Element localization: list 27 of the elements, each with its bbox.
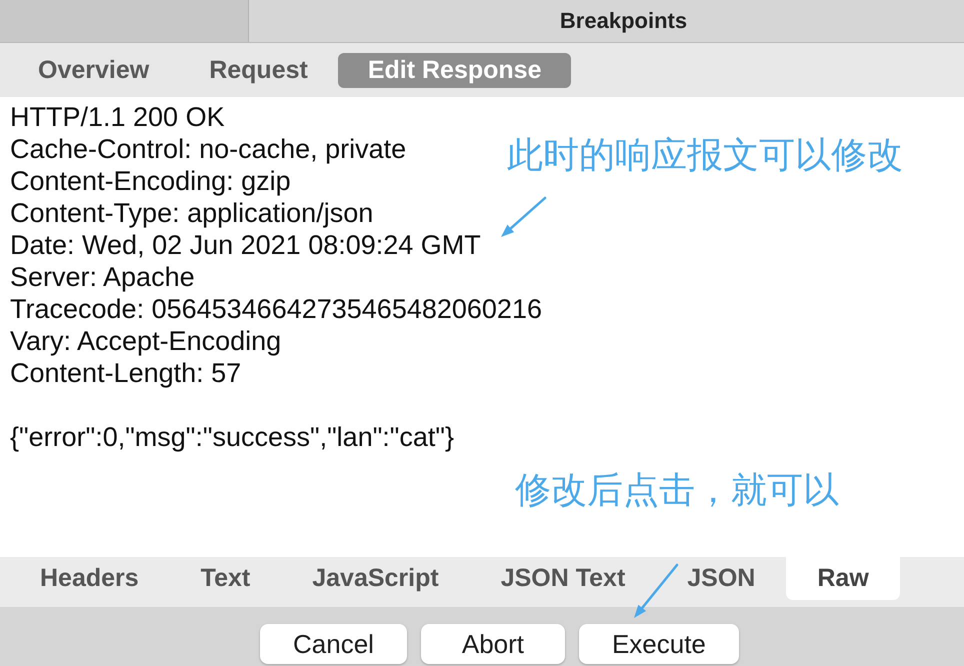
response-header-line: Cache-Control: no-cache, private [10, 133, 406, 165]
response-header-line: Tracecode: 05645346642735465482060216 [10, 293, 542, 325]
view-tab[interactable]: JSON Text [470, 557, 656, 600]
response-header-line: Vary: Accept-Encoding [10, 325, 282, 357]
window-title: Breakpoints [560, 8, 688, 34]
view-tab[interactable]: Raw [786, 557, 900, 600]
tab[interactable]: Overview [8, 52, 180, 88]
dialog-button[interactable]: Abort [420, 624, 565, 664]
response-header-line: Content-Encoding: gzip [10, 165, 291, 197]
response-header-line: Date: Wed, 02 Jun 2021 08:09:24 GMT [10, 229, 481, 261]
dialog-button[interactable]: Execute [578, 624, 739, 664]
response-header-line: Content-Length: 57 [10, 357, 242, 389]
response-body: {"error":0,"msg":"success","lan":"cat"} [10, 421, 454, 453]
response-header-line: Server: Apache [10, 261, 195, 293]
response-header-line: Content-Type: application/json [10, 197, 374, 229]
response-header-line: HTTP/1.1 200 OK [10, 101, 225, 133]
annotation-text: 修改后点击，就可以 [515, 471, 839, 511]
annotation-arrow [634, 564, 678, 618]
view-tab[interactable]: JavaScript [281, 557, 470, 600]
annotation-arrow [501, 196, 546, 237]
view-tab[interactable]: Text [170, 557, 282, 600]
view-tab[interactable]: JSON [656, 557, 786, 600]
tab[interactable]: Edit Response [338, 52, 572, 88]
view-tab[interactable]: Headers [9, 557, 170, 600]
annotation-text: 此时的响应报文可以修改 [507, 136, 903, 176]
tab[interactable]: Request [179, 52, 338, 88]
dialog-button[interactable]: Cancel [260, 624, 407, 664]
